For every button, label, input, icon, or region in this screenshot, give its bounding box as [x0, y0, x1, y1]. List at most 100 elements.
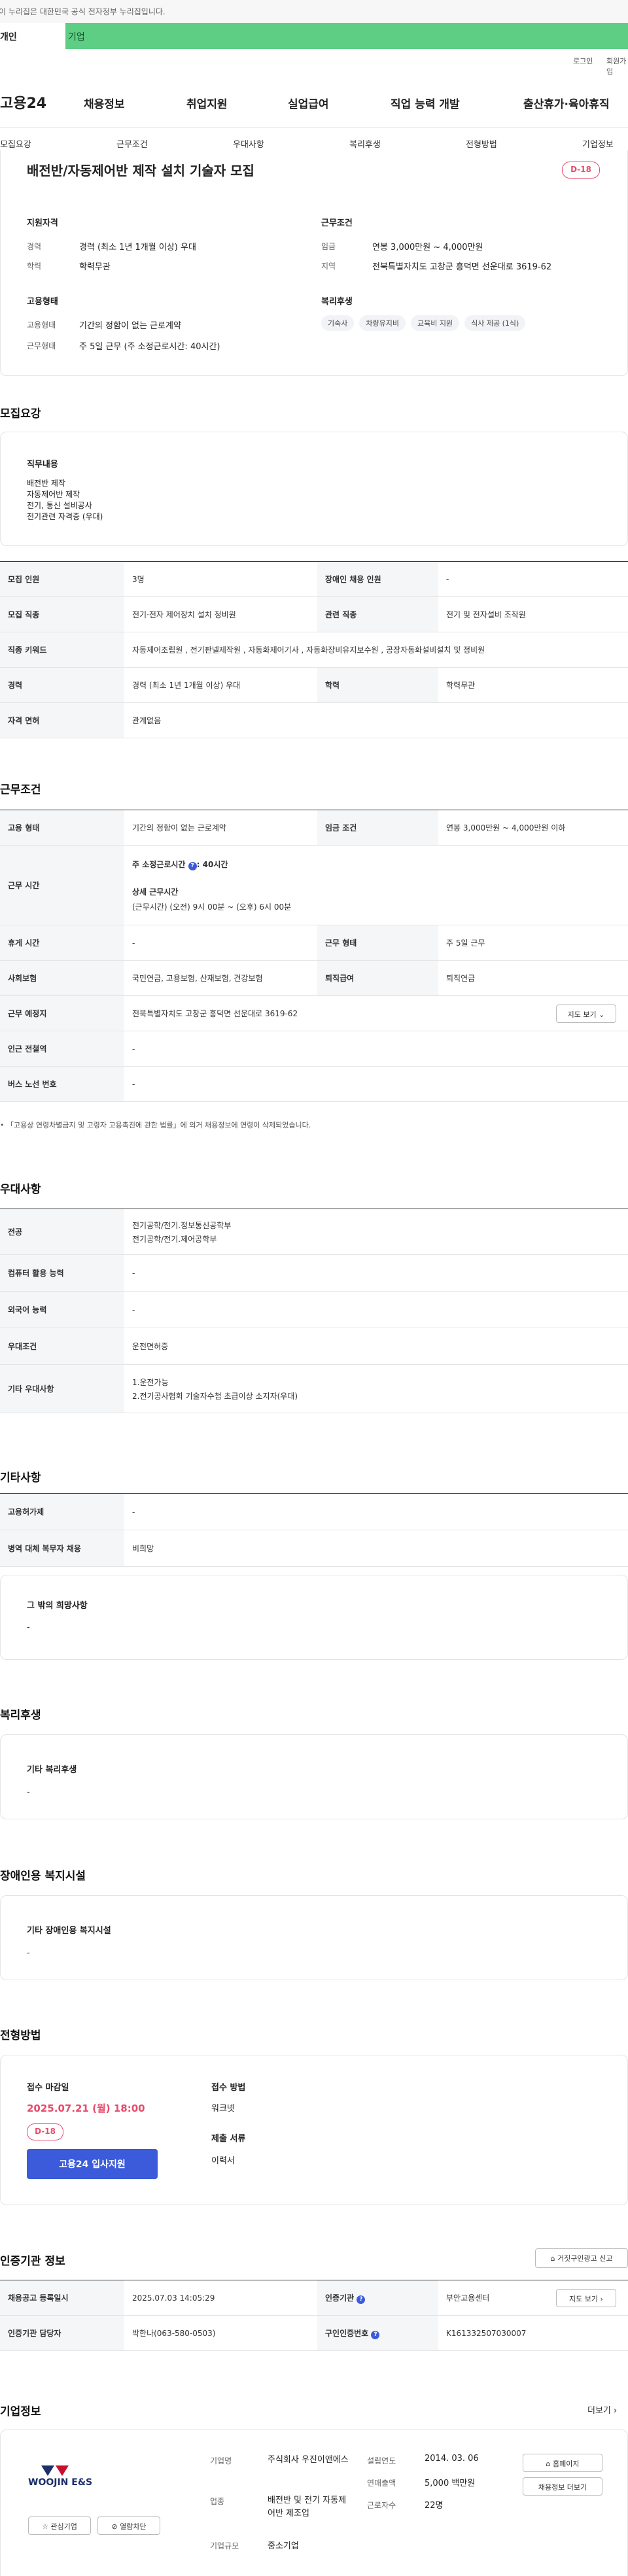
process-dday-badge: D-18: [27, 2123, 63, 2140]
chevron-down-icon: ⌄: [599, 1010, 605, 1019]
preference-heading: 우대사항: [0, 1183, 41, 1196]
info-icon[interactable]: ?: [188, 861, 197, 870]
welfare-chip: 교육비 지원: [410, 315, 460, 331]
revenue-value: 5,000 백만원: [425, 2479, 476, 2488]
weekly-hours: 주 소정근로시간 ?: 40시간: [132, 859, 228, 870]
nav-employment-support[interactable]: 취업지원: [186, 95, 228, 111]
qualification-heading: 지원자격: [27, 218, 58, 228]
duty-line: 배전반 제작: [27, 479, 66, 488]
tab-preference[interactable]: 우대사항: [233, 137, 264, 150]
cell-value: 전기 및 전자설비 조작원: [438, 596, 628, 632]
table-row: 병역 대체 복무자 채용 비희망: [0, 1530, 628, 1567]
cell-value: 3명: [124, 561, 317, 597]
cell-value: 퇴직연금: [438, 960, 628, 996]
site-logo[interactable]: 고용24: [0, 92, 46, 112]
more-jobs-button[interactable]: 채용정보 더보기: [523, 2477, 602, 2496]
cell-label: 외국어 능력: [0, 1291, 124, 1328]
tab-company-info[interactable]: 기업정보: [582, 137, 614, 150]
founded-value: 2014. 03. 06: [425, 2454, 479, 2464]
major-line: 전기공학/전기.정보통신공학부: [132, 1220, 232, 1230]
gov-notice-bar: 이 누리집은 대한민국 공식 전자정부 누리집입니다.: [0, 0, 628, 23]
docs-heading: 제출 서류: [211, 2134, 246, 2144]
deadline-heading: 접수 마감일: [27, 2083, 69, 2093]
nav-parental-leave[interactable]: 출산휴가·육아휴직: [523, 95, 610, 111]
info-icon[interactable]: ?: [371, 2330, 380, 2339]
cell-label: 병역 대체 복무자 채용: [0, 1530, 124, 1567]
chevron-right-icon: ›: [614, 2406, 618, 2416]
cell-label: 모집 인원: [0, 561, 124, 597]
docs-value: 이력서: [211, 2156, 235, 2166]
job-title: 배전반/자동제어반 제작 설치 기술자 모집: [27, 163, 254, 179]
cell-label: 버스 노선 번호: [0, 1066, 124, 1102]
disability-box-heading: 기타 장애인용 복지시설: [27, 1926, 111, 1936]
org-label: 인증기관: [325, 2293, 355, 2303]
cell-label: 휴게 시간: [0, 925, 124, 961]
gov-notice: 이 누리집은 대한민국 공식 전자정부 누리집입니다.: [0, 7, 166, 16]
table-row: 휴게 시간 - 근무 형태 주 5일 근무: [0, 925, 628, 961]
career-value: 경력 (최소 1년 1개월 이상) 우대: [79, 243, 196, 252]
map-button[interactable]: 지도 보기 ⌄: [556, 1005, 616, 1023]
company-more-link[interactable]: 더보기 ›: [587, 2403, 617, 2416]
preference-table: 전공 전기공학/전기.정보통신공학부 전기공학/전기.제어공학부 컴퓨터 활용 능력…: [0, 1209, 628, 1413]
homepage-button[interactable]: ⌂ 홈페이지: [523, 2454, 602, 2472]
duty-heading: 직무내용: [27, 460, 58, 470]
tab-conditions[interactable]: 근무조건: [116, 137, 148, 150]
login-link[interactable]: 로그인: [573, 56, 593, 66]
info-icon[interactable]: ?: [357, 2295, 366, 2304]
tab-recruit[interactable]: 모집요강: [0, 137, 31, 150]
cell-label: 고용허가제: [0, 1493, 124, 1530]
cell-value: 전기·전자 제어장치 설치 정비원: [124, 596, 317, 632]
tab-process[interactable]: 전형방법: [466, 137, 497, 150]
nav-unemployment-benefit[interactable]: 실업급여: [288, 95, 329, 111]
table-row: 모집 직종 전기·전자 제어장치 설치 정비원 관련 직종 전기 및 전자설비 조작원: [0, 596, 628, 632]
revenue-label: 연매출액: [367, 2479, 396, 2488]
emptype-value: 기간의 정함이 없는 근로계약: [79, 321, 181, 331]
age-note: • 「고용상 연령차별금지 및 고령자 고용촉진에 관한 법률」에 의거 채용정…: [0, 1121, 311, 1129]
age-note-text: 「고용상 연령차별금지 및 고령자 고용촉진에 관한 법률」에 의거 채용정보에…: [7, 1121, 311, 1129]
cell-value: 관계없음: [124, 702, 628, 738]
size-label: 기업규모: [210, 2541, 239, 2550]
worktype-label: 근무형태: [27, 341, 56, 351]
wage-value: 연봉 3,000만원 ~ 4,000만원: [372, 243, 483, 252]
table-row: 자격 면허 관계없음: [0, 702, 628, 738]
pref-line: 2.전기공사협회 기술자수첩 초급이상 소지자(우대): [132, 1391, 298, 1401]
disability-heading: 장애인용 복지시설: [0, 1870, 86, 1883]
company-more-label: 더보기: [587, 2406, 611, 2416]
apply-button[interactable]: 고용24 입사지원: [27, 2149, 158, 2179]
disability-card: 기타 장애인용 복지시설 -: [0, 1895, 628, 1980]
conditions-heading: 근무조건: [321, 218, 353, 228]
cell-label: 인증기관 담당자: [0, 2315, 124, 2351]
hours-detail: (근무시간) (오전) 9시 00분 ~ (오후) 6시 00분: [132, 902, 292, 912]
cell-value: -: [124, 1066, 628, 1102]
cell-value: 학력무관: [438, 667, 628, 703]
conditions-table: 고용 형태 기간의 정함이 없는 근로계약 임금 조건 연봉 3,000만원 ~ 4,…: [0, 810, 628, 1102]
table-row: 경력 경력 (최소 1년 1개월 이상) 우대 학력 학력무관: [0, 667, 628, 703]
cell-label: 경력: [0, 667, 124, 703]
cell-label: 전공: [0, 1209, 124, 1255]
other-wish-value: -: [27, 1623, 30, 1632]
nav-vocational-training[interactable]: 직업 능력 개발: [391, 95, 460, 111]
table-row: 버스 노선 번호 -: [0, 1066, 628, 1102]
cell-label: 우대조건: [0, 1328, 124, 1365]
employment-heading: 고용형태: [27, 297, 58, 307]
tab-personal[interactable]: 개인: [0, 23, 65, 49]
company-name-label: 기업명: [210, 2456, 232, 2465]
tab-company[interactable]: 기업: [65, 23, 628, 49]
report-button[interactable]: ⌂ 거짓구인광고 신고: [535, 2248, 628, 2268]
cell-value: -: [438, 561, 628, 597]
join-link[interactable]: 회원가입: [606, 56, 628, 77]
org-map-button[interactable]: 지도 보기 ›: [556, 2289, 616, 2307]
industry-label: 업종: [210, 2497, 225, 2506]
nav-jobs[interactable]: 채용정보: [84, 95, 125, 111]
table-row: 우대조건 운전면허증: [0, 1328, 628, 1365]
cell-label: 인근 전철역: [0, 1031, 124, 1067]
tab-welfare[interactable]: 복리후생: [349, 137, 381, 150]
cell-label: 근무 시간: [0, 845, 124, 925]
block-company-button[interactable]: ⊘ 열람차단: [97, 2516, 160, 2535]
worktype-value: 주 5일 근무 (주 소정근로시간: 40시간): [79, 342, 220, 352]
no-label: 구인인증번호: [325, 2328, 369, 2338]
welfare-chips: 기숙사 차량유지비 교육비 지원 식사 제공 (1식): [321, 315, 531, 331]
recruit-heading: 모집요강: [0, 407, 41, 421]
duty-card: 직무내용 배전반 제작 자동제어반 제작 전기, 통신 설비공사 전기관련 자격…: [0, 432, 628, 546]
favorite-company-button[interactable]: ☆ 관심기업: [28, 2516, 91, 2535]
